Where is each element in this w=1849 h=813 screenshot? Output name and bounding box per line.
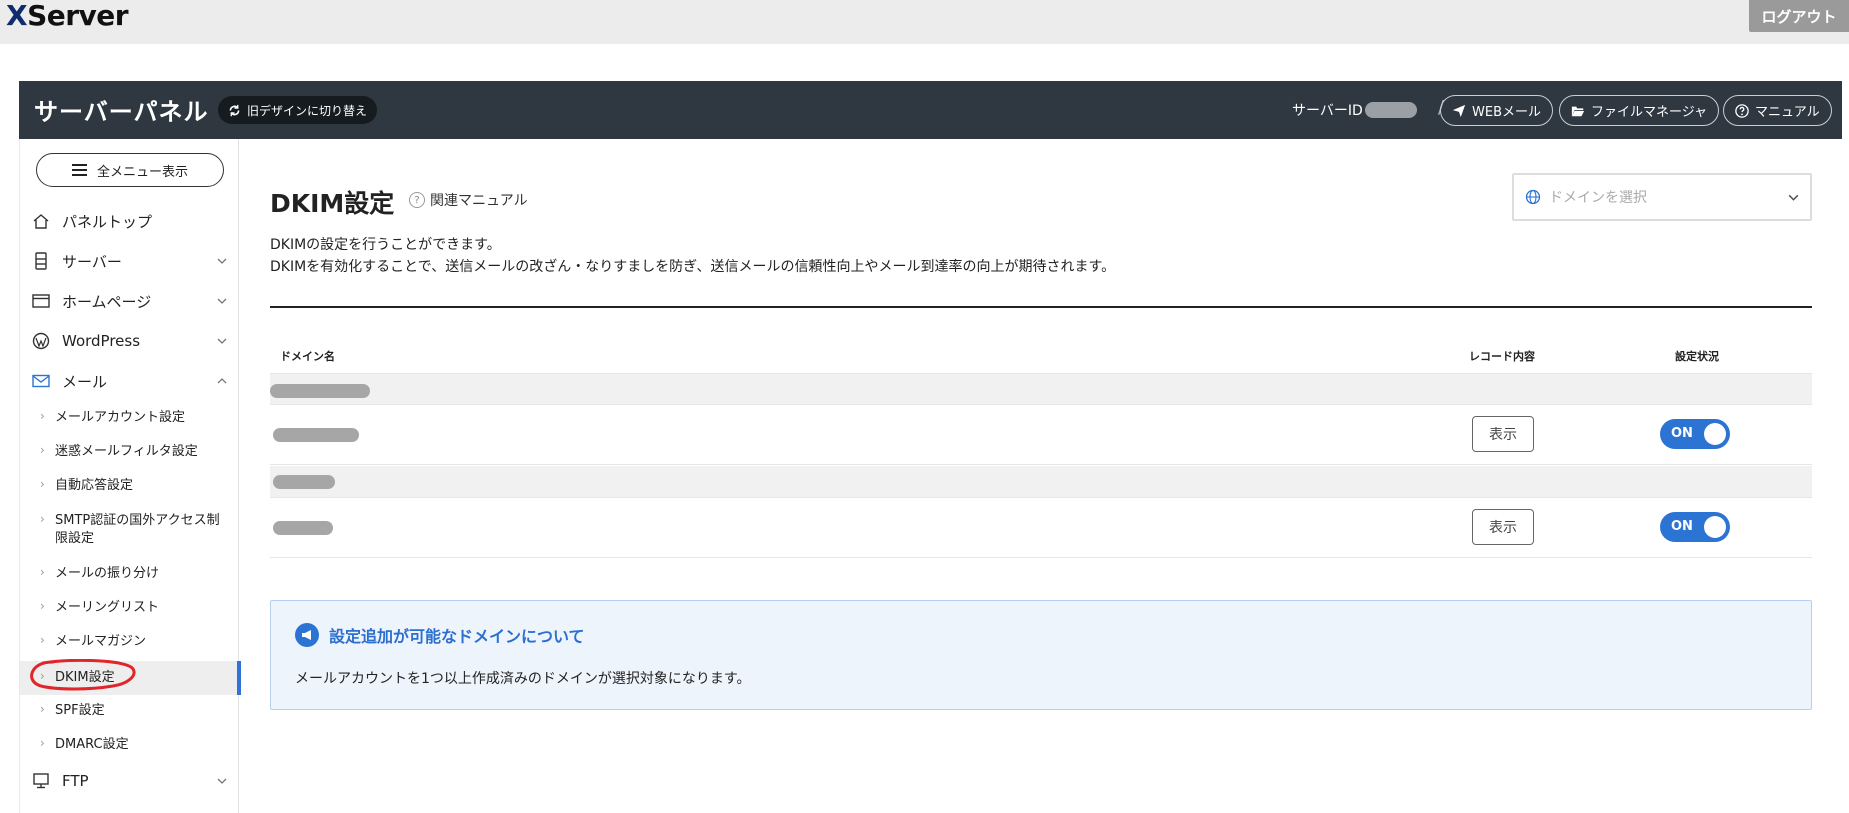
sidebar-subitem-spf[interactable]: › SPF設定	[20, 702, 240, 722]
xserver-logo[interactable]: XServer	[6, 1, 129, 31]
server-id: サーバーID	[1292, 100, 1417, 120]
server-id-redacted	[1364, 102, 1417, 118]
toggle-knob	[1704, 423, 1726, 445]
folder-open-icon	[1571, 106, 1585, 116]
domain-redacted	[273, 521, 333, 535]
table-row: 表示 ON	[270, 405, 1812, 465]
chevron-down-icon	[217, 298, 227, 304]
home-icon	[33, 214, 49, 229]
red-annotation-circle	[30, 659, 136, 691]
dkim-toggle[interactable]: ON	[1660, 512, 1730, 542]
toggle-knob	[1704, 516, 1726, 538]
top-bar: XServer ログアウト	[0, 0, 1849, 44]
all-menu-button[interactable]: 全メニュー表示	[36, 153, 224, 187]
question-circle-icon	[1735, 103, 1749, 118]
sidebar-subitem-mail-magazine[interactable]: › メールマガジン	[20, 633, 240, 653]
sidebar-subitem-smtp-foreign-access[interactable]: › SMTP認証の国外アクセス制 限設定	[20, 512, 240, 550]
sidebar: 全メニュー表示 パネルトップ サーバー ホームページ WordPress メール…	[19, 139, 241, 813]
webmail-button[interactable]: WEBメール	[1440, 95, 1553, 126]
server-icon	[35, 252, 47, 270]
chevron-right-icon: ›	[40, 565, 45, 579]
chevron-down-icon	[217, 338, 227, 344]
chevron-right-icon: ›	[40, 409, 45, 423]
chevron-right-icon: ›	[40, 599, 45, 613]
globe-icon	[1525, 189, 1541, 205]
table-group-row	[270, 373, 1812, 405]
active-indicator	[237, 661, 241, 695]
monitor-icon	[33, 773, 49, 789]
divider	[270, 306, 1812, 308]
domain-select[interactable]: ドメインを選択	[1512, 173, 1812, 221]
page-title: DKIM設定	[270, 189, 395, 218]
chevron-down-icon	[217, 258, 227, 264]
domain-redacted	[273, 475, 335, 489]
info-body: メールアカウントを1つ以上作成済みのドメインが選択対象になります。	[295, 671, 751, 687]
table-group-row	[270, 466, 1812, 498]
chevron-right-icon: ›	[40, 736, 45, 750]
sidebar-item-homepage[interactable]: ホームページ	[20, 283, 240, 319]
file-manager-button[interactable]: ファイルマネージャ	[1559, 95, 1720, 126]
sidebar-subitem-mail-sorting[interactable]: › メールの振り分け	[20, 565, 240, 585]
sidebar-subitem-mail-account[interactable]: › メールアカウント設定	[20, 409, 240, 429]
chevron-up-icon	[217, 378, 227, 384]
info-title: 設定追加が可能なドメインについて	[295, 623, 585, 647]
sidebar-subitem-auto-reply[interactable]: › 自動応答設定	[20, 477, 240, 497]
chevron-right-icon: ›	[40, 512, 45, 526]
sidebar-item-server[interactable]: サーバー	[20, 243, 240, 279]
sidebar-item-wordpress[interactable]: WordPress	[20, 323, 240, 359]
sidebar-item-mail[interactable]: メール	[20, 363, 240, 399]
sidebar-subitem-dmarc[interactable]: › DMARC設定	[20, 736, 240, 756]
column-header-record: レコード内容	[1469, 350, 1535, 363]
mail-icon	[32, 374, 50, 388]
wordpress-icon	[32, 332, 50, 350]
dkim-toggle[interactable]: ON	[1660, 419, 1730, 449]
old-design-switch-button[interactable]: 旧デザインに切り替え	[218, 96, 378, 124]
chevron-right-icon: ›	[40, 702, 45, 716]
chevron-right-icon: ›	[40, 633, 45, 647]
page-description: DKIMの設定を行うことができます。 DKIMを有効化することで、送信メールの改…	[270, 237, 1116, 275]
show-record-button[interactable]: 表示	[1472, 416, 1534, 452]
chevron-down-icon	[1788, 194, 1799, 201]
chevron-right-icon: ›	[40, 477, 45, 491]
sidebar-subitem-mailing-list[interactable]: › メーリングリスト	[20, 599, 240, 619]
browser-icon	[32, 294, 50, 308]
domain-redacted	[270, 384, 370, 398]
table-row: 表示 ON	[270, 498, 1812, 558]
panel-header: サーバーパネル 旧デザインに切り替え サーバーID / WEBメール ファイルマ…	[19, 81, 1842, 139]
column-header-domain: ドメイン名	[280, 350, 335, 363]
info-box: 設定追加が可能なドメインについて メールアカウントを1つ以上作成済みのドメインが…	[270, 600, 1812, 710]
hamburger-icon	[71, 164, 87, 176]
column-header-status: 設定状況	[1675, 350, 1719, 363]
logout-button[interactable]: ログアウト	[1749, 0, 1849, 32]
question-circle-icon: ?	[409, 192, 425, 208]
related-manual-link[interactable]: ? 関連マニュアル	[409, 190, 528, 210]
sidebar-subitem-spam-filter[interactable]: › 迷惑メールフィルタ設定	[20, 443, 240, 463]
sidebar-item-panel-top[interactable]: パネルトップ	[20, 203, 240, 239]
chevron-down-icon	[217, 778, 227, 784]
sidebar-item-ftp[interactable]: FTP	[20, 763, 240, 799]
chevron-right-icon: ›	[40, 443, 45, 457]
domain-redacted	[273, 428, 359, 442]
manual-button[interactable]: マニュアル	[1723, 95, 1832, 126]
paper-plane-icon	[1452, 104, 1466, 117]
megaphone-icon	[295, 623, 319, 647]
refresh-icon	[229, 104, 240, 116]
panel-title: サーバーパネル	[34, 98, 209, 126]
show-record-button[interactable]: 表示	[1472, 509, 1534, 545]
